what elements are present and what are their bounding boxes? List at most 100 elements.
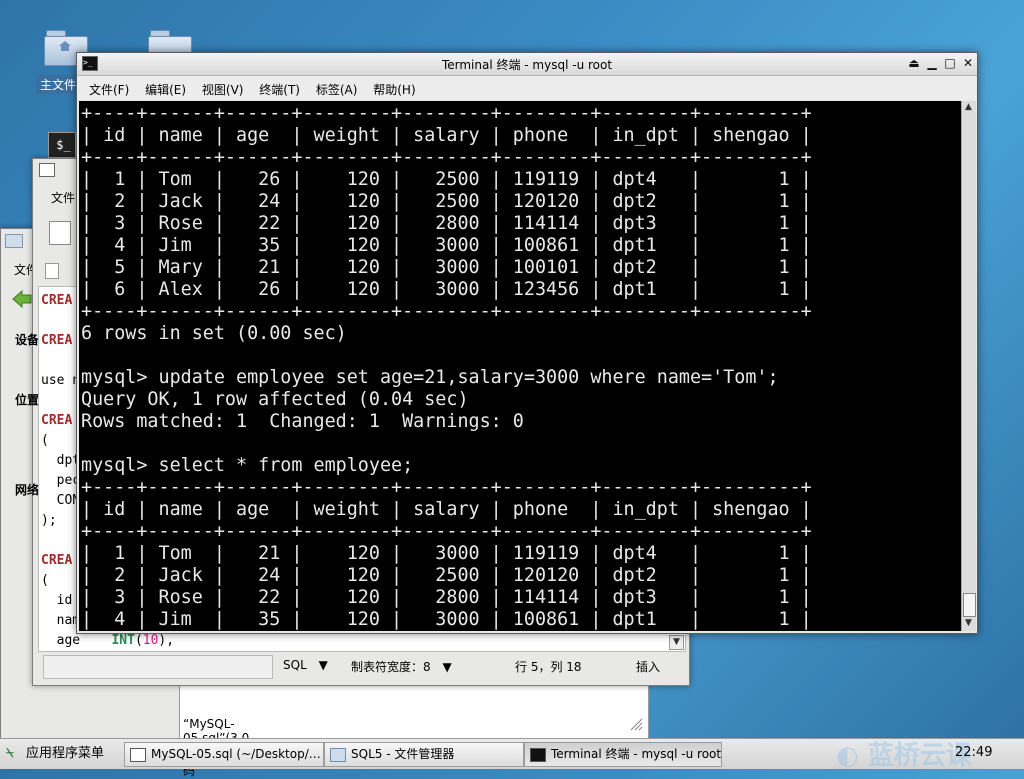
task-file-manager[interactable]: SQL5 - 文件管理器: [324, 742, 524, 767]
menu-edit[interactable]: 编辑(E): [145, 81, 186, 98]
terminal-line: | 3 | Rose | 22 | 120 | 2800 | 114114 | …: [81, 587, 812, 608]
code-line: CON: [41, 493, 81, 508]
code-line: pec: [41, 473, 81, 488]
terminal-line: | 3 | Rose | 22 | 120 | 2800 | 114114 | …: [81, 213, 812, 234]
folder-icon: [5, 234, 23, 248]
app-menu-icon: ⍀: [6, 746, 14, 761]
terminal-title: Terminal 终端 - mysql -u root: [441, 58, 613, 72]
terminal-line: | id | name | age | weight | salary | ph…: [81, 499, 812, 520]
scroll-down-icon[interactable]: ▼: [962, 617, 975, 630]
app-menu-label: 应用程序菜单: [25, 746, 104, 761]
terminal-line: mysql> update employee set age=21,salary…: [81, 367, 779, 388]
new-document-icon[interactable]: [49, 221, 71, 245]
scrollbar-thumb[interactable]: [963, 593, 976, 617]
terminal-line: mysql> select * from employee;: [81, 455, 414, 476]
cursor-position: 行 5，列 18: [515, 660, 582, 674]
insert-mode: 插入: [636, 660, 661, 674]
minimize-icon[interactable]: ▁: [925, 56, 939, 70]
code-line: use n: [41, 373, 81, 388]
terminal-line: | 4 | Jim | 35 | 120 | 3000 | 100861 | d…: [81, 235, 812, 256]
terminal-scrollbar[interactable]: ▲ ▼: [961, 101, 976, 631]
terminal-output: +----+------+------+--------+--------+--…: [81, 103, 812, 631]
editor-menu-file[interactable]: 文件: [51, 189, 75, 206]
terminal-launcher-icon[interactable]: $_: [48, 132, 76, 158]
code-keyword: CREA: [41, 333, 73, 348]
language-selector[interactable]: SQL ▼: [283, 658, 328, 672]
chevron-down-icon: ▼: [442, 660, 452, 674]
scroll-down-icon[interactable]: ▼: [669, 635, 684, 650]
clock: 22:49: [955, 745, 993, 760]
terminal-line: +----+------+------+--------+--------+--…: [81, 477, 812, 498]
tab-width-label: 制表符宽度：8: [351, 660, 431, 674]
code-line: CREA: [41, 293, 72, 308]
code-line: id: [41, 593, 73, 608]
code-keyword: CREA: [41, 413, 73, 428]
code-type: INT: [111, 633, 135, 648]
watermark-logo-icon: ◐: [836, 741, 859, 771]
chevron-down-icon: ▼: [318, 658, 328, 672]
code-line: nam: [41, 613, 81, 628]
scroll-up-icon[interactable]: ▲: [962, 101, 975, 114]
terminal-icon: [530, 747, 546, 762]
terminal-menubar: 文件(F) 编辑(E) 视图(V) 终端(T) 标签(A) 帮助(H): [77, 76, 977, 100]
editor-status-message: [43, 655, 273, 679]
tab-width-selector[interactable]: 制表符宽度：8 ▼: [351, 658, 452, 675]
code-line: CREA: [41, 553, 72, 568]
close-icon[interactable]: ✕: [961, 56, 975, 70]
back-arrow-icon[interactable]: [11, 289, 33, 309]
terminal-line: | 2 | Jack | 24 | 120 | 2500 | 120120 | …: [81, 565, 812, 586]
task-label: SQL5 - 文件管理器: [351, 747, 455, 761]
code-line: age INT(10),: [41, 633, 175, 648]
terminal-line: Rows matched: 1 Changed: 1 Warnings: 0: [81, 411, 524, 432]
code-column-name: age: [41, 633, 81, 648]
terminal-line: +----+------+------+--------+--------+--…: [81, 301, 812, 322]
code-line: (: [41, 573, 49, 588]
sidebar-label-network: 网络: [15, 483, 40, 497]
terminal-line: | 6 | Alex | 26 | 120 | 3000 | 123456 | …: [81, 279, 812, 300]
app-menu-button[interactable]: ⍀ 应用程序菜单: [6, 743, 104, 765]
language-label: SQL: [283, 658, 307, 672]
terminal-line: +----+------+------+--------+--------+--…: [81, 147, 812, 168]
task-terminal[interactable]: Terminal 终端 - mysql -u root: [524, 742, 722, 767]
terminal-screen[interactable]: +----+------+------+--------+--------+--…: [79, 101, 961, 631]
shade-icon[interactable]: ⏏: [907, 56, 921, 70]
menu-view[interactable]: 视图(V): [202, 81, 244, 98]
terminal-line: +----+------+------+--------+--------+--…: [81, 103, 812, 124]
menu-terminal[interactable]: 终端(T): [259, 81, 300, 98]
terminal-titlebar[interactable]: >_ Terminal 终端 - mysql -u root ⏏ ▁ □ ✕: [77, 53, 977, 76]
task-label: MySQL-05.sql (~/Desktop/…: [151, 747, 321, 761]
code-line: (: [41, 433, 49, 448]
terminal-line: | 1 | Tom | 26 | 120 | 2500 | 119119 | d…: [81, 169, 812, 190]
code-keyword: CREA: [41, 553, 73, 568]
resize-grip-icon[interactable]: [629, 717, 643, 731]
code-keyword: CREA: [41, 293, 73, 308]
text-editor-icon: [130, 747, 146, 762]
task-editor[interactable]: MySQL-05.sql (~/Desktop/…: [124, 742, 324, 767]
document-tab-icon[interactable]: [45, 263, 59, 279]
sidebar-label-places: 位置: [15, 393, 40, 407]
terminal-window: >_ Terminal 终端 - mysql -u root ⏏ ▁ □ ✕ 文…: [76, 52, 978, 634]
terminal-line: +----+------+------+--------+--------+--…: [81, 521, 812, 542]
terminal-line: | 2 | Jack | 24 | 120 | 2500 | 120120 | …: [81, 191, 812, 212]
home-folder-label[interactable]: 主文件: [36, 75, 81, 94]
folder-icon: [330, 747, 346, 762]
maximize-icon[interactable]: □: [943, 56, 957, 70]
sidebar-label-devices: 设备: [15, 333, 40, 347]
task-label: Terminal 终端 - mysql -u root: [551, 747, 722, 761]
menu-tabs[interactable]: 标签(A): [316, 81, 358, 98]
menu-file[interactable]: 文件(F): [89, 81, 129, 98]
watermark: ◐ 蓝桥云课: [836, 735, 972, 772]
terminal-line: | 4 | Jim | 35 | 120 | 3000 | 100861 | d…: [81, 609, 812, 630]
terminal-line: Query OK, 1 row affected (0.04 sec): [81, 389, 469, 410]
terminal-line: | 1 | Tom | 21 | 120 | 3000 | 119119 | d…: [81, 543, 812, 564]
menu-help[interactable]: 帮助(H): [373, 81, 415, 98]
code-line: CREA: [41, 413, 72, 428]
file-manager-content: [179, 685, 649, 739]
taskbar: ⍀ 应用程序菜单 MySQL-05.sql (~/Desktop/… SQL5 …: [0, 735, 1024, 772]
text-editor-icon: [39, 163, 55, 177]
code-line: CREA: [41, 333, 72, 348]
terminal-line: | 5 | Mary | 21 | 120 | 3000 | 100101 | …: [81, 257, 812, 278]
code-number: 10: [142, 633, 159, 648]
